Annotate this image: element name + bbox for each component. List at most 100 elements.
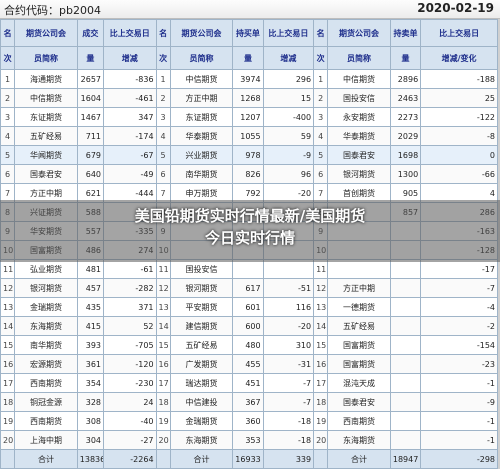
header-rank-2[interactable]: 名 (155, 19, 171, 47)
table-cell: 东证期货 (169, 107, 234, 127)
table-cell: 西南期货 (14, 373, 78, 393)
table-row[interactable]: 3 东证期货 1467 347 3 东证期货 1207 -400 3 永安期货 2273 -122 (0, 107, 498, 127)
table-cell (389, 259, 422, 279)
header-member-buy[interactable]: 期货公司会 (169, 19, 234, 47)
table-cell: -7 (262, 392, 315, 412)
table-cell: -836 (103, 69, 157, 89)
table-cell (389, 411, 422, 431)
header-buy-volume-sub: 量 (232, 46, 264, 70)
table-cell: -7 (420, 278, 498, 298)
table-cell: 14 (313, 316, 329, 336)
header-member-sell-sub: 员简称 (327, 46, 391, 70)
table-row[interactable]: 15 南华期货 393 -705 15 五矿经易 480 310 15 国富期货 -154 (0, 335, 498, 355)
table-cell: 2463 (389, 88, 422, 108)
table-row[interactable]: 14 东海期货 415 52 14 建信期货 600 -20 14 五矿经易 -2 (0, 316, 498, 336)
table-cell: 1300 (389, 164, 422, 184)
table-cell: 6 (155, 164, 171, 184)
table-cell: 15 (0, 335, 16, 355)
table-row[interactable]: 16 宏源期货 361 -120 16 广发期货 455 -31 16 国富期货 -23 (0, 354, 498, 374)
table-cell: 3974 (232, 69, 264, 89)
table-cell: -461 (103, 88, 157, 108)
header-volume-change[interactable]: 比上交易日 (103, 19, 157, 47)
table-cell: 2273 (389, 107, 422, 127)
header-member-volume[interactable]: 期货公司会 (14, 19, 78, 47)
header-volume[interactable]: 成交 (76, 19, 105, 47)
trade-date: 2020-02-19 (417, 1, 494, 15)
table-cell: -154 (420, 335, 498, 355)
table-cell: 5 (155, 145, 171, 165)
table-row[interactable]: 12 银河期货 457 -282 12 银河期货 617 -51 12 方正中期 -7 (0, 278, 498, 298)
table-cell: 国投安信 (327, 88, 391, 108)
table-cell: 6 (0, 164, 16, 184)
table-row[interactable]: 17 西南期货 354 -230 17 瑞达期货 451 -7 17 混沌天成 -1 (0, 373, 498, 393)
header-buy-volume[interactable]: 持买单 (232, 19, 264, 47)
table-cell: 2896 (389, 69, 422, 89)
table-row[interactable]: 1 海通期货 2657 -836 1 中信期货 3974 296 1 中信期货 2896 -188 (0, 69, 498, 89)
table-cell: 1467 (76, 107, 105, 127)
table-cell: 640 (76, 164, 105, 184)
table-cell: -7 (262, 373, 315, 393)
header-member-sell[interactable]: 期货公司会 (327, 19, 391, 47)
header-buy-change[interactable]: 比上交易日 (262, 19, 315, 47)
header-sell-volume[interactable]: 持卖单 (389, 19, 422, 47)
futures-rank-window: 合约代码：pb2004 2020-02-19 名 期货公司会 成交 比上交易日 … (0, 0, 500, 469)
table-cell: 354 (76, 373, 105, 393)
total-cell (0, 449, 16, 469)
header-rank-3[interactable]: 名 (313, 19, 329, 47)
table-cell: 混沌天成 (327, 373, 391, 393)
total-cell: -298 (420, 449, 498, 469)
table-cell (389, 297, 422, 317)
table-cell: 1 (313, 69, 329, 89)
table-cell: 西南期货 (14, 411, 78, 431)
total-cell (313, 449, 329, 469)
table-cell: -66 (420, 164, 498, 184)
header-sell-volume-sub: 量 (389, 46, 422, 70)
table-cell: 中信期货 (327, 69, 391, 89)
table-row[interactable]: 11 弘业期货 481 -61 11 国投安信 11 -17 (0, 259, 498, 279)
table-cell: 328 (76, 392, 105, 412)
table-cell (232, 259, 264, 279)
table-cell: 4 (0, 126, 16, 146)
header-sell-change[interactable]: 比上交易日 (420, 19, 498, 47)
table-cell: 15 (313, 335, 329, 355)
table-cell: 96 (262, 164, 315, 184)
table-cell: 铜冠金源 (14, 392, 78, 412)
table-cell: -1 (420, 430, 498, 450)
table-cell: -9 (420, 392, 498, 412)
table-cell: 0 (420, 145, 498, 165)
table-cell: -282 (103, 278, 157, 298)
table-cell: 347 (103, 107, 157, 127)
header-sell-change-sub: 增减/变化 (420, 46, 498, 70)
header-rank[interactable]: 名 (0, 19, 16, 47)
table-cell: 11 (155, 259, 171, 279)
table-row[interactable]: 19 西南期货 308 -40 19 金瑞期货 360 -18 19 西南期货 -1 (0, 411, 498, 431)
table-cell: 国泰君安 (14, 164, 78, 184)
table-row[interactable]: 6 国泰君安 640 -49 6 南华期货 826 96 6 银河期货 1300 -66 (0, 164, 498, 184)
table-cell: 6 (313, 164, 329, 184)
table-cell: 南华期货 (14, 335, 78, 355)
table-cell (327, 259, 391, 279)
table-cell: 广发期货 (169, 354, 234, 374)
table-cell: 12 (155, 278, 171, 298)
table-row[interactable]: 13 金瑞期货 435 371 13 平安期货 601 116 13 一德期货 -4 (0, 297, 498, 317)
table-cell: 13 (155, 297, 171, 317)
table-cell: 五矿经易 (327, 316, 391, 336)
table-row[interactable]: 5 华闻期货 679 -67 5 兴业期货 978 -9 5 国泰君安 1698 0 (0, 145, 498, 165)
table-row[interactable]: 18 铜冠金源 328 24 18 中信建投 367 -7 18 国泰君安 -9 (0, 392, 498, 412)
table-cell: 361 (76, 354, 105, 374)
table-row[interactable]: 4 五矿经易 711 -174 4 华泰期货 1055 59 4 华泰期货 2029 -8 (0, 126, 498, 146)
table-cell: 上海中期 (14, 430, 78, 450)
table-cell: 1207 (232, 107, 264, 127)
table-cell: 银河期货 (169, 278, 234, 298)
table-cell: 15 (155, 335, 171, 355)
table-cell: 华闻期货 (14, 145, 78, 165)
contract-code-label: 合约代码：pb2004 (4, 4, 101, 17)
table-row[interactable]: 2 中信期货 1604 -461 2 方正中期 1268 15 2 国投安信 2463 25 (0, 88, 498, 108)
table-cell: 东证期货 (14, 107, 78, 127)
table-row[interactable]: 20 上海中期 304 -27 20 东海期货 353 -18 20 东海期货 -1 (0, 430, 498, 450)
table-cell: 银河期货 (14, 278, 78, 298)
table-cell: 1604 (76, 88, 105, 108)
table-cell: 国富期货 (327, 354, 391, 374)
table-cell: 南华期货 (169, 164, 234, 184)
table-cell: 18 (0, 392, 16, 412)
